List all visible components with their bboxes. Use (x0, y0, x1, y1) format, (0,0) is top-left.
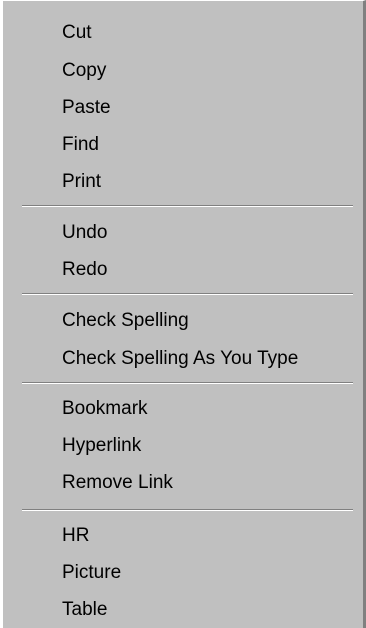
menu-separator (22, 293, 353, 295)
menu-item-cut[interactable]: Cut (3, 15, 363, 51)
menu-item-find[interactable]: Find (3, 127, 363, 163)
menu-separator (22, 509, 353, 511)
menu-item-hyperlink[interactable]: Hyperlink (3, 428, 363, 464)
menu-item-check-spelling[interactable]: Check Spelling (3, 303, 363, 339)
menu-item-table[interactable]: Table (3, 592, 363, 628)
menu-separator (22, 205, 353, 207)
menu-item-copy[interactable]: Copy (3, 53, 363, 89)
menu-item-check-spelling-as-you-type[interactable]: Check Spelling As You Type (3, 341, 363, 377)
menu-item-bookmark[interactable]: Bookmark (3, 391, 363, 427)
context-menu: Cut Copy Paste Find Print Undo Redo Chec… (0, 0, 366, 628)
menu-separator (22, 382, 353, 384)
menu-item-picture[interactable]: Picture (3, 555, 363, 591)
menu-item-remove-link[interactable]: Remove Link (3, 465, 363, 501)
menu-item-hr[interactable]: HR (3, 518, 363, 554)
menu-item-print[interactable]: Print (3, 164, 363, 200)
menu-item-undo[interactable]: Undo (3, 215, 363, 251)
menu-item-redo[interactable]: Redo (3, 252, 363, 288)
menu-item-paste[interactable]: Paste (3, 90, 363, 126)
